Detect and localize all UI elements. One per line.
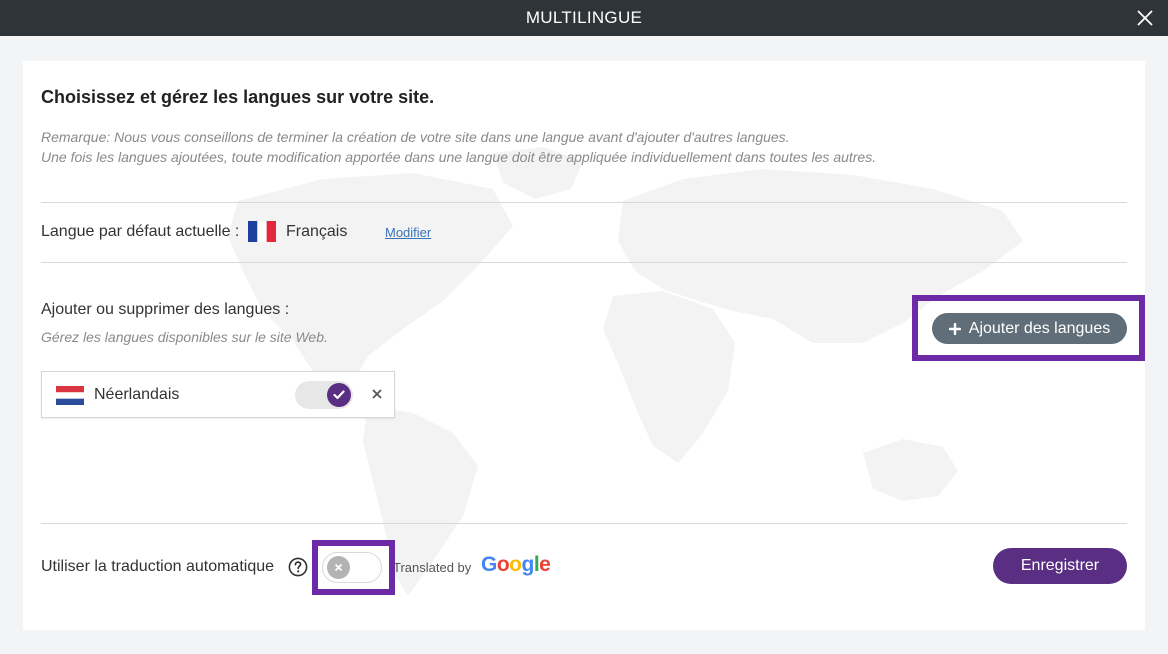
- flag-netherlands-icon: [56, 386, 84, 405]
- checkmark-icon: [333, 390, 345, 400]
- divider: [41, 202, 1127, 203]
- google-logo: Google: [481, 553, 551, 576]
- language-enabled-toggle[interactable]: [295, 381, 353, 409]
- toggle-knob: [327, 383, 351, 407]
- default-language-label: Langue par défaut actuelle :: [41, 223, 240, 240]
- help-icon[interactable]: [288, 557, 308, 577]
- divider: [41, 523, 1127, 524]
- remove-language-icon[interactable]: [370, 387, 384, 401]
- language-item: Néerlandais: [41, 371, 395, 418]
- save-button[interactable]: Enregistrer: [993, 548, 1127, 584]
- add-remove-languages-label: Ajouter ou supprimer des langues :: [41, 301, 290, 318]
- divider: [41, 262, 1127, 263]
- close-icon[interactable]: [1134, 7, 1156, 29]
- note-line-1: Remarque: Nous vous conseillons de termi…: [41, 129, 790, 145]
- default-language-name: Français: [286, 223, 348, 240]
- toggle-knob: [327, 556, 350, 579]
- note-line-2: Une fois les langues ajoutées, toute mod…: [41, 149, 877, 165]
- auto-translation-label: Utiliser la traduction automatique: [41, 558, 275, 575]
- flag-france-icon: [248, 221, 276, 242]
- multilingual-panel: Choisissez et gérez les langues sur votr…: [23, 61, 1145, 630]
- translated-by-text: Translated by: [393, 560, 472, 575]
- title-bar: MULTILINGUE: [0, 0, 1168, 36]
- add-languages-button-label: Ajouter des langues: [968, 319, 1111, 337]
- auto-translation-toggle[interactable]: [322, 552, 382, 583]
- add-remove-languages-sublabel: Gérez les langues disponibles sur le sit…: [41, 329, 328, 345]
- window-title: MULTILINGUE: [525, 8, 643, 27]
- add-languages-button[interactable]: Ajouter des langues: [932, 313, 1127, 344]
- plus-icon: [948, 322, 961, 335]
- language-name: Néerlandais: [94, 386, 180, 403]
- page-heading: Choisissez et gérez les langues sur votr…: [41, 87, 435, 107]
- modify-default-language-link[interactable]: Modifier: [385, 225, 431, 240]
- x-icon: [334, 563, 343, 572]
